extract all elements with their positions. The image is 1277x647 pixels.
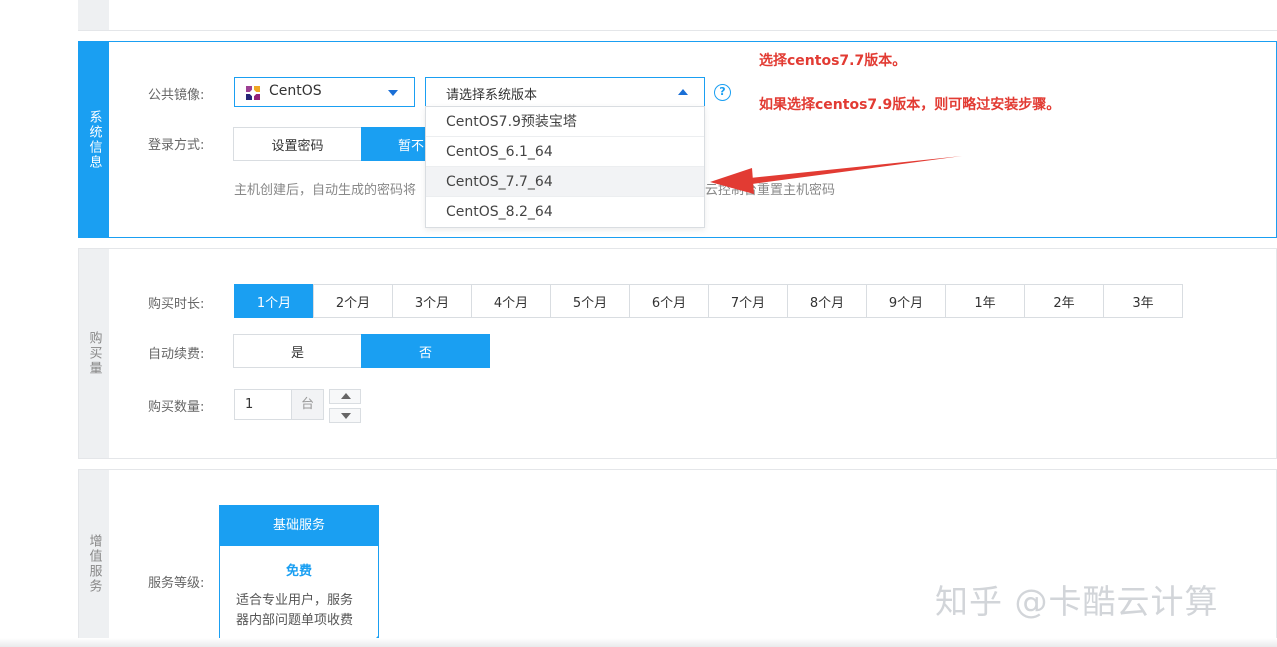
login-option-set-password[interactable]: 设置密码	[233, 127, 362, 161]
quantity-unit: 台	[291, 389, 324, 420]
version-dropdown: CentOS7.9预装宝塔 CentOS_6.1_64 CentOS_7.7_6…	[425, 106, 705, 228]
duration-option[interactable]: 7个月	[708, 284, 788, 318]
quantity-input[interactable]: 1	[234, 389, 292, 420]
duration-option[interactable]: 3个月	[392, 284, 472, 318]
login-method-label: 登录方式:	[148, 138, 205, 153]
triangle-down-icon	[341, 413, 351, 419]
duration-option[interactable]: 1年	[945, 284, 1025, 318]
version-option-centos77[interactable]: CentOS_7.7_64	[426, 167, 704, 197]
duration-option[interactable]: 4个月	[471, 284, 551, 318]
autorenew-group: 是 否	[233, 334, 490, 368]
purchase-tab: 购买量	[79, 249, 109, 458]
watermark: 知乎 @卡酷云计算	[935, 582, 1219, 621]
password-hint: 主机创建后，自动生成的密码将	[234, 183, 417, 198]
duration-option[interactable]: 5个月	[550, 284, 630, 318]
duration-group: 1个月 2个月 3个月 4个月 5个月 6个月 7个月 8个月 9个月 1年 2…	[234, 284, 1183, 318]
red-arrow-icon	[710, 156, 962, 194]
quantity-label: 购买数量:	[148, 400, 205, 415]
service-card-price: 免费	[285, 564, 312, 579]
basic-service-card[interactable]: 基础服务 免费 适合专业用户，服务器内部问题单项收费	[219, 505, 379, 645]
duration-option[interactable]: 3年	[1103, 284, 1183, 318]
duration-option[interactable]: 8个月	[787, 284, 867, 318]
version-option-centos61[interactable]: CentOS_6.1_64	[426, 137, 704, 167]
chevron-down-icon	[388, 90, 398, 96]
triangle-up-icon	[341, 393, 351, 399]
login-method-group: 设置密码 暂不	[233, 127, 451, 161]
service-card-description: 适合专业用户，服务器内部问题单项收费	[236, 593, 354, 628]
duration-label: 购买时长:	[148, 297, 205, 312]
autorenew-no-option[interactable]: 否	[361, 334, 490, 368]
duration-option[interactable]: 2年	[1024, 284, 1104, 318]
duration-option[interactable]: 2个月	[313, 284, 393, 318]
image-select-value: CentOS	[269, 83, 322, 99]
image-select[interactable]: CentOS	[234, 77, 415, 107]
duration-option[interactable]: 1个月	[234, 284, 314, 318]
quantity-increment-button[interactable]	[329, 389, 361, 404]
annotation-line-1: 选择centos7.7版本。	[759, 53, 907, 69]
duration-option[interactable]: 9个月	[866, 284, 946, 318]
duration-option[interactable]: 6个月	[629, 284, 709, 318]
autorenew-yes-option[interactable]: 是	[233, 334, 362, 368]
public-image-label: 公共镜像:	[148, 88, 205, 103]
previous-section-tab	[78, 0, 109, 31]
help-icon[interactable]: ?	[714, 84, 731, 101]
version-select[interactable]: 请选择系统版本	[425, 77, 705, 107]
centos-logo-icon	[245, 85, 261, 101]
value-added-tab: 增值服务	[79, 470, 109, 647]
version-option-centos82[interactable]: CentOS_8.2_64	[426, 197, 704, 227]
bottom-edge	[0, 638, 1277, 647]
service-card-title: 基础服务	[220, 506, 378, 546]
version-option-centos79-bt[interactable]: CentOS7.9预装宝塔	[426, 107, 704, 137]
annotation-line-2: 如果选择centos7.9版本，则可略过安装步骤。	[759, 97, 1061, 113]
quantity-decrement-button[interactable]	[329, 408, 361, 423]
version-select-placeholder: 请选择系统版本	[446, 88, 538, 103]
system-info-tab: 系统信息	[79, 42, 109, 237]
service-level-label: 服务等级:	[148, 576, 205, 591]
autorenew-label: 自动续费:	[148, 347, 205, 362]
divider	[78, 30, 1277, 31]
chevron-up-icon	[678, 89, 688, 95]
